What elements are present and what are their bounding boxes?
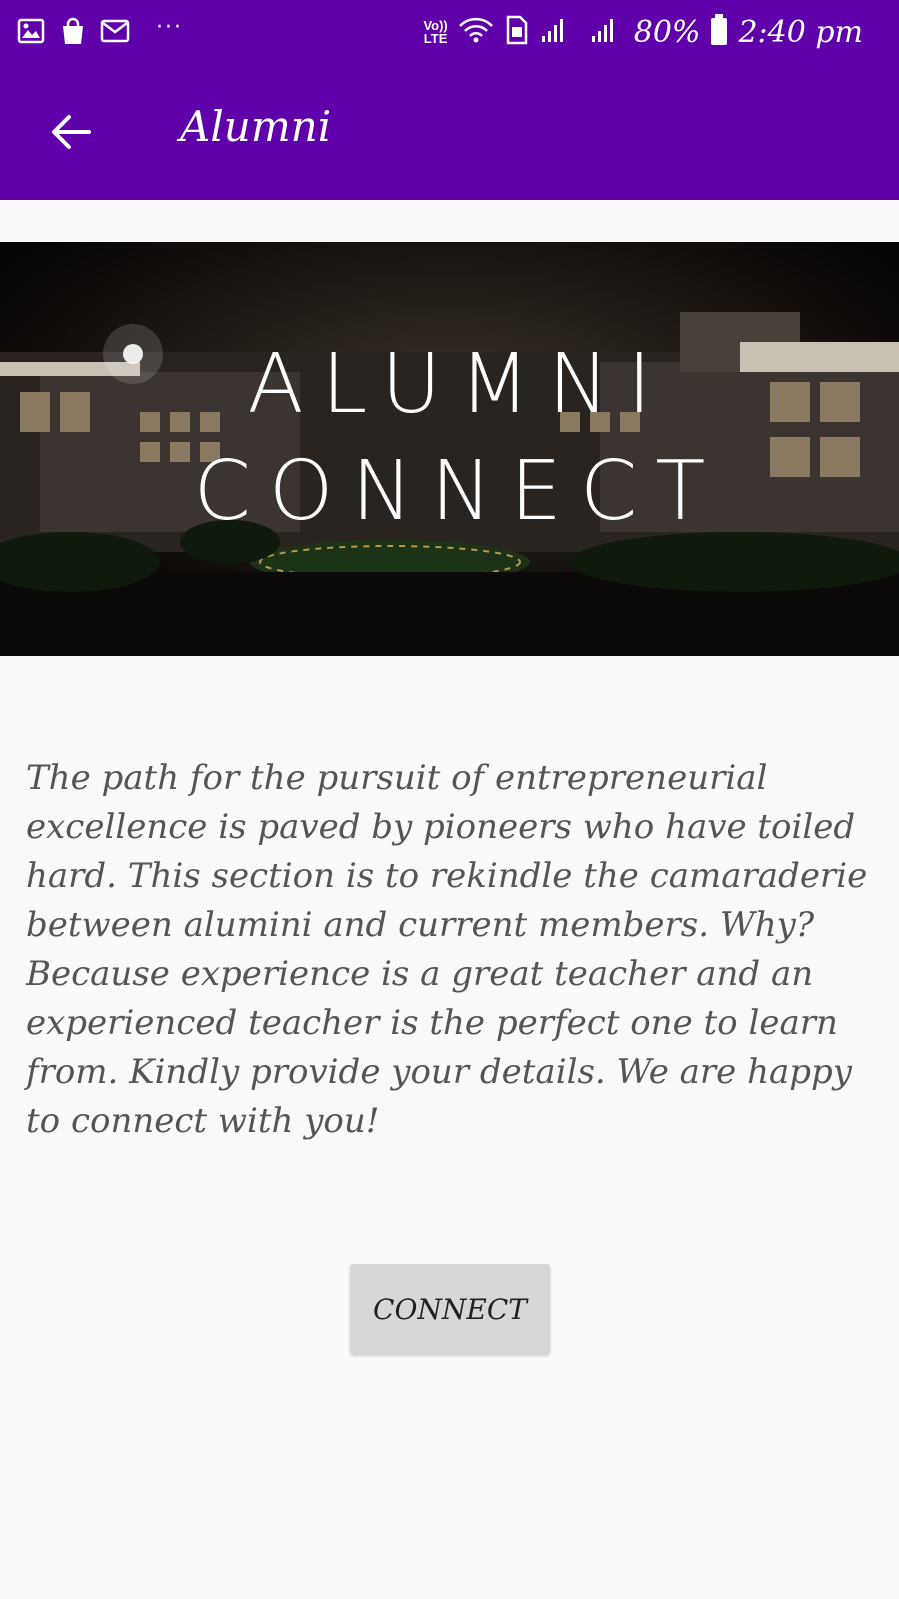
alumni-description: The path for the pursuit of entrepreneur… xyxy=(26,758,868,1141)
sim-hd-icon xyxy=(504,15,530,49)
signal-icon-2 xyxy=(590,16,624,48)
shopping-bag-icon xyxy=(58,16,88,46)
banner-title-line1: ALUMNI xyxy=(247,337,670,432)
wifi-icon xyxy=(458,16,494,48)
system-icons: Vo)) LTE 80% 2:40 pm xyxy=(423,12,863,52)
back-button[interactable] xyxy=(40,106,100,158)
volte-indicator: Vo)) LTE xyxy=(423,19,447,45)
clock: 2:40 pm xyxy=(738,14,863,50)
connect-button[interactable]: CONNECT xyxy=(350,1264,550,1354)
arrow-back-icon xyxy=(52,115,91,149)
battery-icon xyxy=(710,14,728,50)
mail-icon xyxy=(100,16,130,46)
banner-title-line2: CONNECT xyxy=(193,444,724,539)
alumni-connect-banner: ALUMNI CONNECT xyxy=(0,242,899,656)
page-title: Alumni xyxy=(180,102,332,151)
signal-icon xyxy=(540,16,580,48)
lte-label: LTE xyxy=(423,31,448,46)
image-icon xyxy=(16,16,46,46)
app-bar: Alumni xyxy=(0,66,899,200)
status-bar: ··· Vo)) LTE 80% 2:40 pm xyxy=(0,0,899,66)
battery-percent: 80% xyxy=(633,14,701,50)
notification-icons: ··· xyxy=(16,14,183,48)
more-notifications-icon: ··· xyxy=(156,14,183,40)
